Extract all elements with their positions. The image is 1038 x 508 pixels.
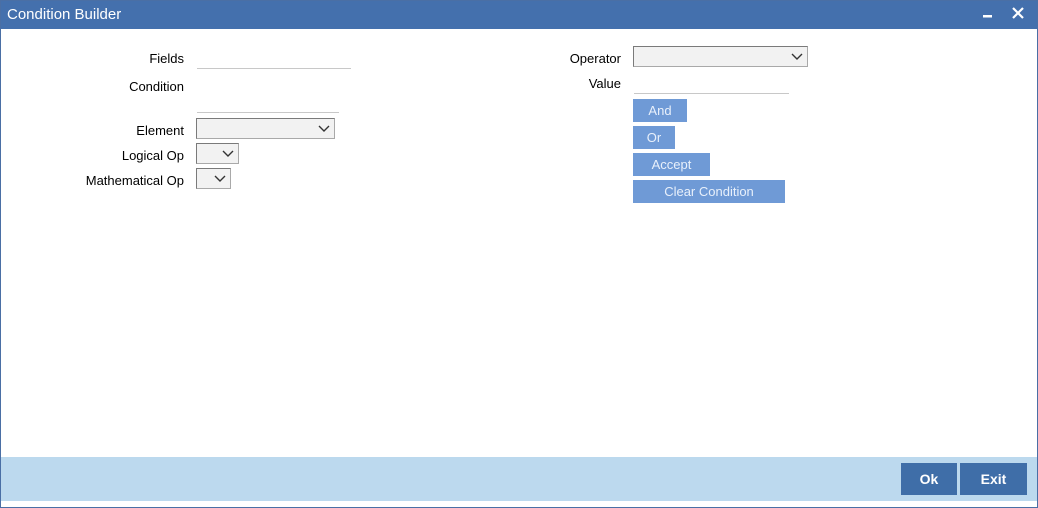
logical-op-label: Logical Op bbox=[121, 148, 184, 163]
condition-builder-window: Condition Builder Fields Condition Eleme… bbox=[0, 0, 1038, 508]
value-input[interactable] bbox=[634, 74, 789, 94]
condition-label: Condition bbox=[129, 79, 184, 94]
title-bar: Condition Builder bbox=[1, 1, 1037, 29]
mathematical-op-select[interactable] bbox=[196, 168, 231, 189]
chevron-down-icon bbox=[214, 175, 226, 182]
element-label: Element bbox=[136, 123, 184, 138]
or-button[interactable]: Or bbox=[633, 126, 675, 149]
chevron-down-icon bbox=[791, 53, 803, 60]
ok-button[interactable]: Ok bbox=[901, 463, 957, 495]
accept-button[interactable]: Accept bbox=[633, 153, 710, 176]
operator-select[interactable] bbox=[633, 46, 808, 67]
footer-bar: Ok Exit bbox=[1, 457, 1037, 501]
window-title: Condition Builder bbox=[7, 6, 122, 23]
value-label: Value bbox=[588, 76, 621, 91]
and-button[interactable]: And bbox=[633, 99, 687, 122]
element-select[interactable] bbox=[196, 118, 335, 139]
chevron-down-icon bbox=[222, 150, 234, 157]
fields-input[interactable] bbox=[197, 49, 351, 69]
mathematical-op-label: Mathematical Op bbox=[85, 173, 184, 188]
condition-input[interactable] bbox=[197, 93, 339, 113]
close-icon[interactable] bbox=[1007, 1, 1029, 25]
fields-label: Fields bbox=[149, 51, 184, 66]
operator-label: Operator bbox=[569, 51, 621, 66]
exit-button[interactable]: Exit bbox=[960, 463, 1027, 495]
chevron-down-icon bbox=[318, 125, 330, 132]
minimize-icon[interactable] bbox=[977, 1, 999, 25]
clear-condition-button[interactable]: Clear Condition bbox=[633, 180, 785, 203]
logical-op-select[interactable] bbox=[196, 143, 239, 164]
